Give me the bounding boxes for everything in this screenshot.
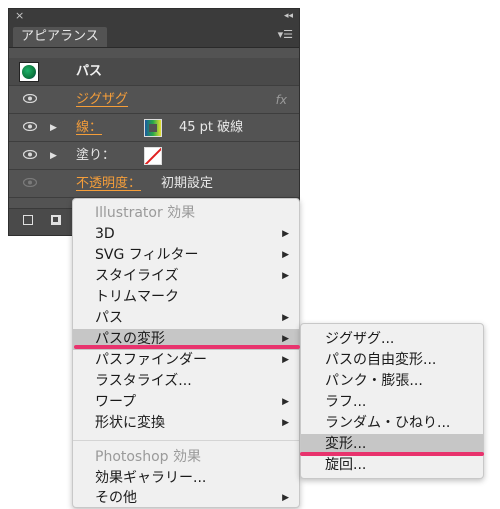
- panel-menu-icon[interactable]: ▾☰: [278, 28, 293, 42]
- path-title: パス: [76, 64, 103, 79]
- highlight-underline-transform: [300, 452, 484, 456]
- menu-item-label: パスファインダー: [95, 352, 207, 368]
- stroke-value: 45 pt 破線: [179, 120, 244, 135]
- fill-none-swatch[interactable]: [144, 147, 162, 165]
- submenu-item-tweak[interactable]: ランダム・ひねり...: [301, 413, 483, 434]
- menu-item-label: パス: [95, 310, 123, 326]
- menu-item-label: その他: [95, 490, 137, 506]
- path-thumbnail: [19, 62, 39, 82]
- menu-item-label: 効果ギャラリー...: [95, 470, 207, 486]
- menu-item-svg-filter[interactable]: SVG フィルター ▶: [73, 245, 299, 266]
- zigzag-effect-row[interactable]: ジグザグ fx: [9, 86, 299, 114]
- add-new-fill-icon[interactable]: [51, 215, 61, 225]
- menu-item-label: ワープ: [95, 394, 137, 410]
- tab-appearance[interactable]: アピアランス: [13, 27, 107, 47]
- menu-separator: [73, 440, 299, 441]
- submenu-item-pucker-bloat[interactable]: パンク・膨張...: [301, 371, 483, 392]
- close-icon[interactable]: ×: [15, 9, 24, 23]
- opacity-link[interactable]: 不透明度：: [76, 170, 141, 198]
- menu-item-label: 形状に変換: [95, 415, 165, 431]
- submenu-item-zigzag[interactable]: ジグザグ...: [301, 329, 483, 350]
- expand-triangle-icon[interactable]: ▶: [50, 114, 57, 142]
- menu-item-trim-marks[interactable]: トリムマーク: [73, 287, 299, 308]
- fx-icon[interactable]: fx: [276, 86, 287, 114]
- path-row[interactable]: パス: [9, 58, 299, 86]
- menu-item-stylize[interactable]: スタイライズ ▶: [73, 266, 299, 287]
- submenu-arrow-icon: ▶: [282, 493, 289, 503]
- menu-item-label: スタイライズ: [95, 268, 179, 284]
- menu-item-label: トリムマーク: [95, 289, 179, 305]
- menu-item-other[interactable]: その他 ▶: [73, 488, 299, 509]
- stroke-link[interactable]: 線：: [76, 114, 102, 142]
- submenu-arrow-icon: ▶: [282, 313, 289, 323]
- zigzag-effect-link[interactable]: ジグザグ: [76, 86, 128, 114]
- submenu-arrow-icon: ▶: [282, 250, 289, 260]
- menu-header-illustrator: Illustrator 効果: [95, 205, 196, 221]
- menu-item-3d[interactable]: 3D ▶: [73, 224, 299, 245]
- add-new-stroke-icon[interactable]: [23, 215, 33, 225]
- menu-item-pathfinder[interactable]: パスファインダー ▶: [73, 350, 299, 371]
- submenu-item-twist[interactable]: 旋回...: [301, 455, 483, 476]
- submenu-arrow-icon: ▶: [282, 418, 289, 428]
- collapse-icon[interactable]: ◂◂: [284, 9, 293, 23]
- visibility-eye-icon[interactable]: [23, 178, 37, 187]
- menu-item-warp[interactable]: ワープ ▶: [73, 392, 299, 413]
- menu-item-path[interactable]: パス ▶: [73, 308, 299, 329]
- opacity-value: 初期設定: [161, 176, 214, 191]
- menu-item-rasterize[interactable]: ラスタライズ...: [73, 371, 299, 392]
- visibility-eye-icon[interactable]: [23, 122, 37, 131]
- panel-title-bar: × ◂◂: [9, 9, 299, 23]
- menu-header-photoshop: Photoshop 効果: [95, 449, 202, 465]
- menu-item-label: 3D: [95, 226, 115, 242]
- stroke-row[interactable]: ▶ 線： 45 pt 破線: [9, 114, 299, 142]
- expand-triangle-icon[interactable]: ▶: [50, 142, 57, 170]
- fill-label: 塗り：: [76, 148, 116, 163]
- opacity-row[interactable]: 不透明度： 初期設定: [9, 170, 299, 198]
- effect-menu: Illustrator 効果 3D ▶ SVG フィルター ▶ スタイライズ ▶ トリ…: [72, 198, 300, 508]
- menu-item-convert-to-shape[interactable]: 形状に変換 ▶: [73, 413, 299, 434]
- submenu-arrow-icon: ▶: [282, 271, 289, 281]
- stroke-swatch[interactable]: [144, 119, 162, 137]
- menu-item-label: SVG フィルター: [95, 247, 199, 263]
- thumbnail-art: [22, 65, 36, 79]
- panel-tab-row: アピアランス ▾☰: [9, 23, 299, 48]
- submenu-item-free-distort[interactable]: パスの自由変形...: [301, 350, 483, 371]
- menu-item-label: ラスタライズ...: [95, 373, 192, 389]
- highlight-underline-distort-transform: [74, 345, 300, 349]
- submenu-item-roughen[interactable]: ラフ...: [301, 392, 483, 413]
- menu-item-effect-gallery[interactable]: 効果ギャラリー...: [73, 468, 299, 489]
- fill-row[interactable]: ▶ 塗り：: [9, 142, 299, 170]
- submenu-arrow-icon: ▶: [282, 397, 289, 407]
- submenu-arrow-icon: ▶: [282, 355, 289, 365]
- visibility-eye-icon[interactable]: [23, 150, 37, 159]
- submenu-arrow-icon: ▶: [282, 229, 289, 239]
- visibility-eye-icon[interactable]: [23, 94, 37, 103]
